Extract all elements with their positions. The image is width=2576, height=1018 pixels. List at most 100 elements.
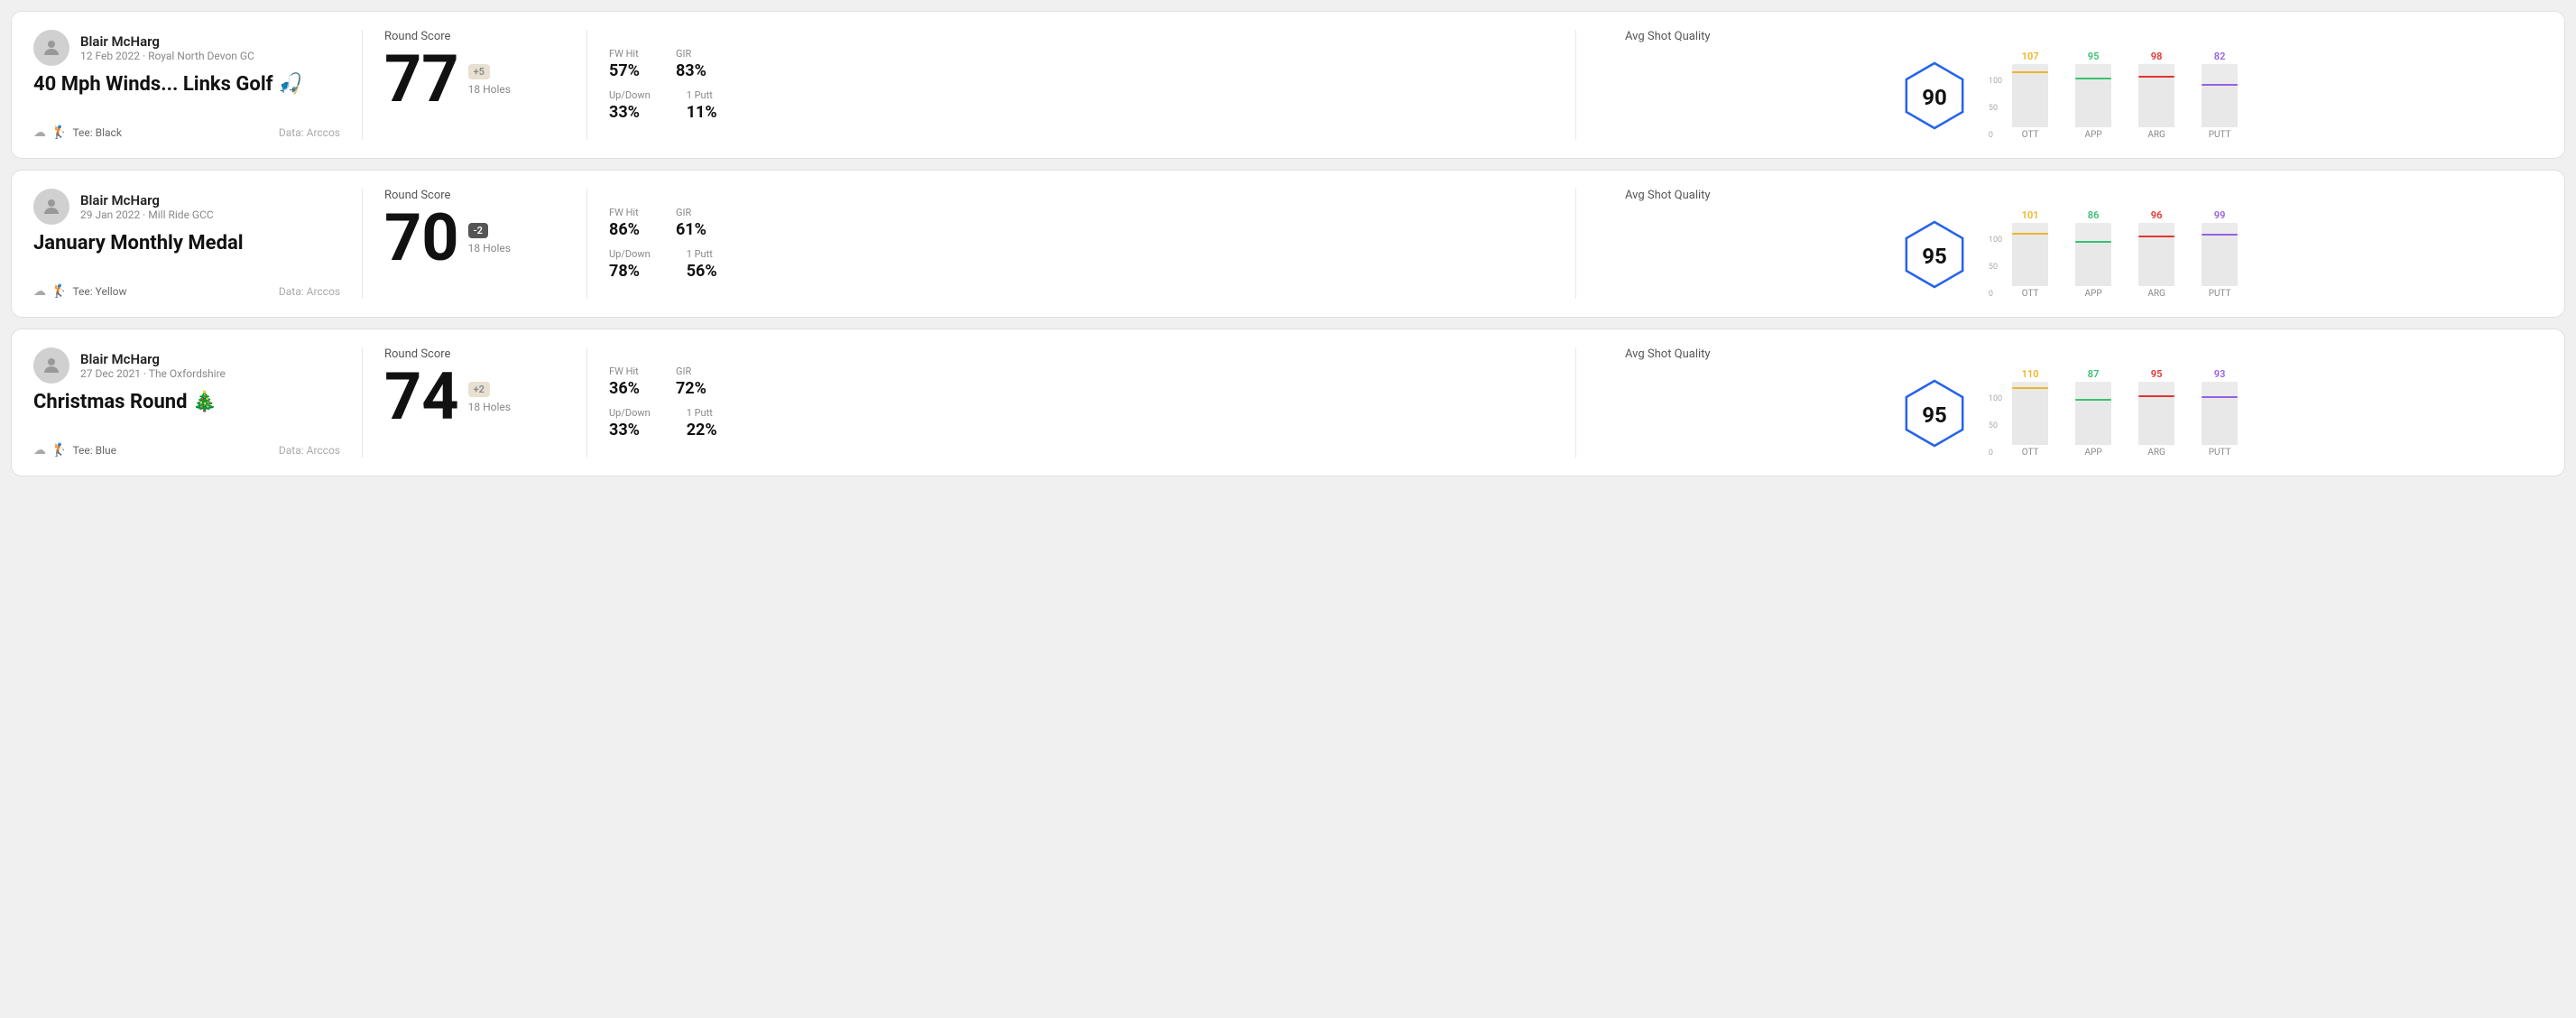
bar-value-label: 101: [2022, 209, 2039, 221]
bar-value-label: 110: [2022, 368, 2039, 380]
left-section: Blair McHarg 27 Dec 2021 · The Oxfordshi…: [33, 347, 340, 458]
gir-value: 83%: [676, 61, 706, 80]
up-down-stat: Up/Down 33%: [609, 407, 651, 440]
tee-label: Tee: Blue: [72, 444, 116, 457]
stats-section: FW Hit 36% GIR 72% Up/Down 33% 1 Putt 22…: [609, 347, 1554, 458]
score-number: 74: [384, 365, 459, 430]
divider-3: [1575, 30, 1576, 140]
one-putt-value: 56%: [687, 262, 717, 281]
user-info: Blair McHarg 29 Jan 2022 · Mill Ride GCC: [33, 189, 340, 225]
user-date: 12 Feb 2022 · Royal North Devon GC: [80, 50, 254, 62]
divider-2: [586, 347, 587, 458]
bar-axis-label: OTT: [2022, 289, 2039, 299]
bar-axis-label: ARG: [2147, 448, 2165, 458]
bar-value-label: 95: [2088, 51, 2100, 62]
hexagon-wrapper: 95: [1898, 377, 1971, 449]
fw-hit-stat: FW Hit 36%: [609, 366, 640, 398]
quality-row: 95 100 50 0 110 OTT 87 APP 95: [1898, 368, 2242, 458]
fw-hit-stat: FW Hit 86%: [609, 207, 640, 239]
quality-row: 90 100 50 0 107 OTT 95 APP 98: [1898, 51, 2242, 140]
bar-value-label: 93: [2214, 368, 2226, 380]
stats-row-top: FW Hit 86% GIR 61%: [609, 207, 1554, 239]
up-down-label: Up/Down: [609, 89, 651, 101]
up-down-stat: Up/Down 33%: [609, 89, 651, 122]
bar-container: [2075, 64, 2111, 127]
user-info: Blair McHarg 12 Feb 2022 · Royal North D…: [33, 30, 340, 66]
bar-axis-label: OTT: [2022, 130, 2039, 140]
score-diff-badge: -2: [468, 223, 488, 238]
stats-row-bottom: Up/Down 33% 1 Putt 22%: [609, 407, 1554, 440]
bar-axis-label: PUTT: [2209, 448, 2231, 458]
tee-info: ☁ 🏌 Tee: Black: [33, 125, 122, 140]
hexagon-wrapper: 95: [1898, 218, 1971, 291]
up-down-label: Up/Down: [609, 248, 651, 260]
y-axis: 100 50 0: [1989, 236, 2002, 299]
score-badge: -2 18 Holes: [468, 223, 511, 255]
bar-container: [2138, 382, 2174, 445]
user-name: Blair McHarg: [80, 192, 214, 208]
gir-value: 72%: [676, 379, 706, 398]
user-date: 27 Dec 2021 · The Oxfordshire: [80, 367, 226, 380]
stats-row-top: FW Hit 57% GIR 83%: [609, 48, 1554, 80]
bar-value-label: 96: [2151, 209, 2163, 221]
tee-info: ☁ 🏌 Tee: Blue: [33, 443, 116, 458]
fw-hit-stat: FW Hit 57%: [609, 48, 640, 80]
bar-container: [2202, 382, 2238, 445]
tee-bag-icon: 🏌: [51, 284, 67, 299]
bar-value-label: 87: [2088, 368, 2100, 380]
score-badge: +2 18 Holes: [468, 382, 511, 413]
tee-label: Tee: Yellow: [72, 285, 126, 298]
bar-container: [2075, 382, 2111, 445]
one-putt-value: 22%: [687, 421, 717, 440]
divider-2: [586, 189, 587, 299]
bar-group-putt: 82 PUTT: [2197, 51, 2242, 140]
svg-text:95: 95: [1922, 403, 1947, 428]
stats-row-top: FW Hit 36% GIR 72%: [609, 366, 1554, 398]
up-down-stat: Up/Down 78%: [609, 248, 651, 281]
divider-1: [362, 347, 363, 458]
bar-container: [2012, 223, 2048, 286]
round-card-1: Blair McHarg 12 Feb 2022 · Royal North D…: [11, 11, 2565, 159]
gir-label: GIR: [676, 48, 706, 60]
score-diff-badge: +5: [468, 64, 490, 79]
avg-quality-label: Avg Shot Quality: [1625, 347, 1711, 361]
stats-section: FW Hit 86% GIR 61% Up/Down 78% 1 Putt 56…: [609, 189, 1554, 299]
gir-stat: GIR 72%: [676, 366, 706, 398]
fw-hit-value: 36%: [609, 379, 640, 398]
bar-group-ott: 101 OTT: [2008, 209, 2053, 299]
y-axis: 100 50 0: [1989, 394, 2002, 458]
round-title: 40 Mph Winds... Links Golf 🎣: [33, 73, 340, 96]
gir-value: 61%: [676, 220, 706, 239]
bar-container: [2075, 223, 2111, 286]
up-down-value: 33%: [609, 103, 651, 122]
bar-chart: 100 50 0 101 OTT 86 APP 96 ARG: [1989, 209, 2242, 299]
bar-axis-label: PUTT: [2209, 130, 2231, 140]
bar-value-label: 107: [2022, 51, 2039, 62]
bar-group-app: 87 APP: [2071, 368, 2116, 458]
divider-1: [362, 189, 363, 299]
score-number: 70: [384, 206, 459, 271]
one-putt-stat: 1 Putt 22%: [687, 407, 717, 440]
score-main: 74 +2 18 Holes: [384, 365, 565, 430]
bar-group-app: 95 APP: [2071, 51, 2116, 140]
bar-container: [2138, 64, 2174, 127]
avg-quality-label: Avg Shot Quality: [1625, 189, 1711, 202]
score-section: Round Score 74 +2 18 Holes: [384, 347, 565, 458]
gir-label: GIR: [676, 207, 706, 218]
user-icon: [41, 37, 62, 59]
avatar: [33, 30, 69, 66]
bar-axis-label: OTT: [2022, 448, 2039, 458]
fw-hit-value: 57%: [609, 61, 640, 80]
holes-label: 18 Holes: [468, 83, 511, 96]
tee-info: ☁ 🏌 Tee: Yellow: [33, 284, 127, 299]
data-source: Data: Arccos: [279, 285, 340, 298]
bar-axis-label: ARG: [2147, 289, 2165, 299]
tee-bag-icon: 🏌: [51, 125, 67, 140]
weather-icon: ☁: [33, 443, 46, 458]
left-section: Blair McHarg 29 Jan 2022 · Mill Ride GCC…: [33, 189, 340, 299]
up-down-value: 33%: [609, 421, 651, 440]
bar-axis-label: APP: [2085, 289, 2102, 299]
bar-value-label: 82: [2214, 51, 2226, 62]
fw-hit-label: FW Hit: [609, 48, 640, 60]
score-number: 77: [384, 47, 459, 112]
